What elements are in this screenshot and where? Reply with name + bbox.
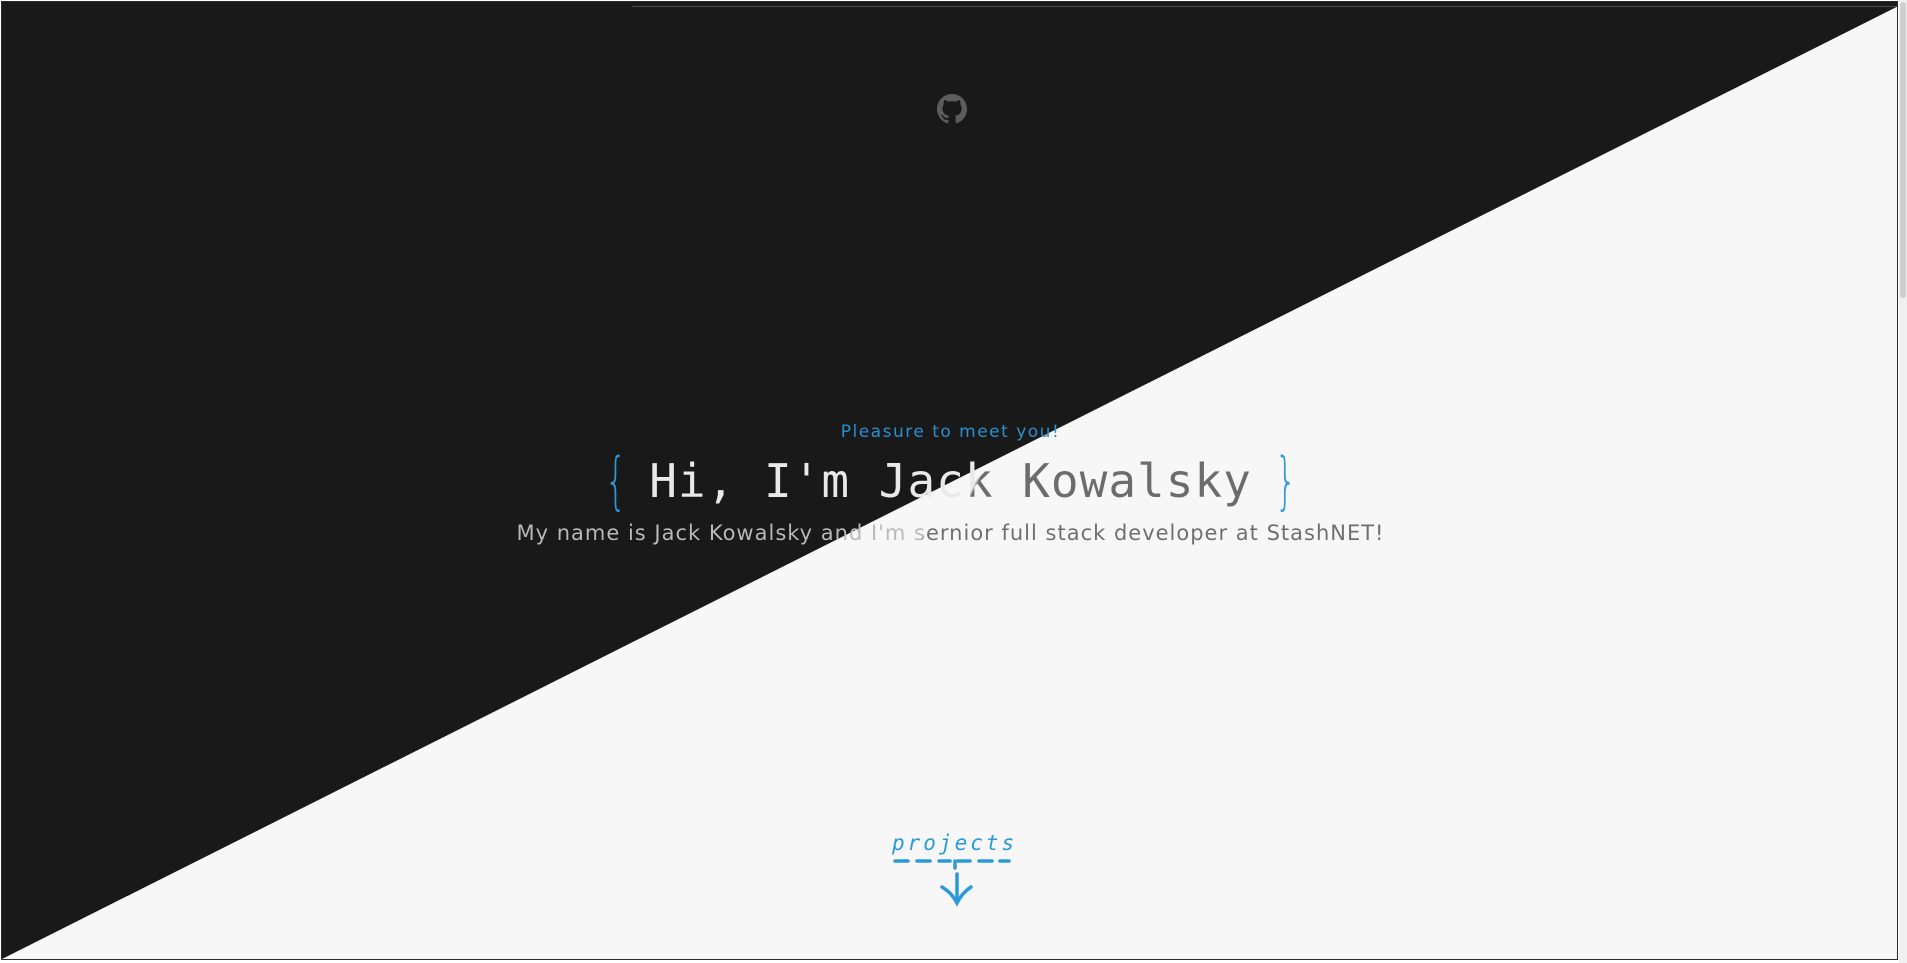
page-title: Hi, I'm Jack Kowalsky <box>649 450 1252 512</box>
greeting-text: Pleasure to meet you! <box>840 422 1061 442</box>
title-row: { Hi, I'm Jack Kowalsky} <box>2 444 1897 517</box>
bottom-divider <box>10 959 1898 960</box>
projects-label: projects <box>892 831 1018 855</box>
brace-open: { <box>604 444 627 517</box>
projects-scroll-link[interactable]: projects <box>892 831 1017 931</box>
hero-section: Pleasure to meet you! { Hi, I'm Jack Kowa… <box>1 1 1898 960</box>
page: Pleasure to meet you! { Hi, I'm Jack Kowa… <box>0 0 1907 963</box>
brace-close: } <box>1274 444 1297 517</box>
intro-subtitle-text: My name is Jack Kowalsky and I'm sernior… <box>516 521 1385 545</box>
intro: Pleasure to meet you! { Hi, I'm Jack Kowa… <box>2 2 1897 959</box>
arrow-down-icon <box>893 859 1011 907</box>
vertical-scrollbar[interactable] <box>1899 0 1907 963</box>
scrollbar-thumb[interactable] <box>1900 2 1906 298</box>
intro-subtitle: My name is Jack Kowalsky and I'm sernior… <box>2 521 1897 545</box>
